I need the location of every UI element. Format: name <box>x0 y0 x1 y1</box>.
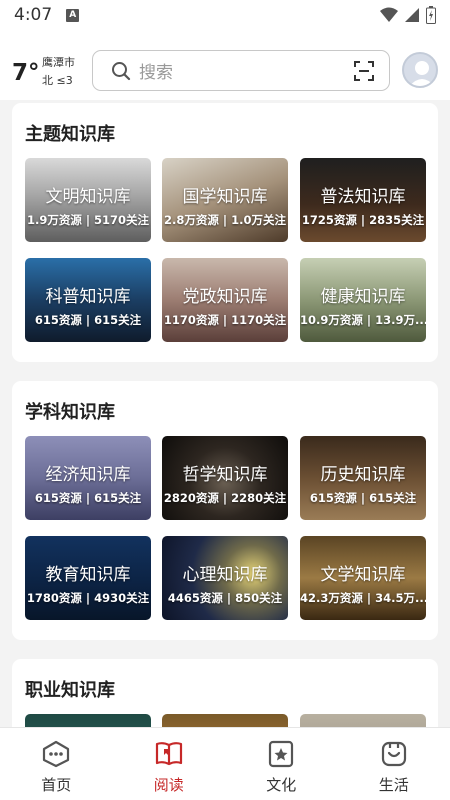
tile-history[interactable]: 历史知识库 615资源 | 615关注 <box>300 436 426 520</box>
tile-stats: 1780资源 | 4930关注 <box>26 591 150 605</box>
tile-stats: 42.3万资源 | 34.5万... <box>300 591 426 605</box>
tile-stats: 615资源 | 615关注 <box>34 491 142 505</box>
tile-stats: 615资源 | 615关注 <box>34 313 142 327</box>
tile-name: 历史知识库 <box>320 465 406 485</box>
tile-stats: 1.9万资源 | 5170关注 <box>26 213 150 227</box>
tile-health[interactable]: 健康知识库 10.9万资源 | 13.9万... <box>300 258 426 342</box>
tile-name: 心理知识库 <box>182 565 268 585</box>
app-header: 7° 鹰潭市 北 ≤3 搜索 <box>0 30 450 100</box>
culture-icon <box>269 740 294 768</box>
tile-name: 经济知识库 <box>45 465 131 485</box>
nav-home[interactable]: 首页 <box>0 728 113 800</box>
book-icon <box>155 742 182 766</box>
user-avatar[interactable] <box>402 52 438 88</box>
wifi-icon <box>380 7 398 22</box>
tile-science[interactable]: 科普知识库 615资源 | 615关注 <box>25 258 151 342</box>
nav-label: 阅读 <box>153 776 184 794</box>
nav-label: 文化 <box>266 776 297 794</box>
section-title: 学科知识库 <box>25 402 115 423</box>
tile-stats: 4465资源 | 850关注 <box>167 591 283 605</box>
notification-badge: A <box>66 8 80 22</box>
tile-name: 党政知识库 <box>182 287 268 307</box>
tile-name: 文学知识库 <box>320 565 406 585</box>
nav-label: 首页 <box>41 776 72 794</box>
tile-career-2[interactable] <box>162 714 288 727</box>
nav-reading[interactable]: 阅读 <box>113 728 226 800</box>
tile-name: 国学知识库 <box>182 187 268 207</box>
tile-law[interactable]: 普法知识库 1725资源 | 2835关注 <box>300 158 426 242</box>
scan-icon[interactable] <box>353 60 375 82</box>
search-icon <box>112 61 131 80</box>
tile-sinology[interactable]: 国学知识库 2.8万资源 | 1.0万关注 <box>162 158 288 242</box>
bottom-nav: 首页 阅读 文化 生活 <box>0 727 450 800</box>
tile-philosophy[interactable]: 哲学知识库 2820资源 | 2280关注 <box>162 436 288 520</box>
tile-career-1[interactable] <box>25 714 151 727</box>
weather-wind: 北 ≤3 <box>42 74 73 87</box>
section-subject-libraries: 学科知识库 经济知识库 615资源 | 615关注 哲学知识库 2820资源 |… <box>12 381 438 640</box>
status-bar: 4:07 A <box>0 0 450 30</box>
status-time: 4:07 <box>14 5 53 25</box>
tile-name: 教育知识库 <box>45 565 131 585</box>
section-title: 主题知识库 <box>25 124 115 145</box>
nav-life[interactable]: 生活 <box>338 728 450 800</box>
tile-economics[interactable]: 经济知识库 615资源 | 615关注 <box>25 436 151 520</box>
life-icon <box>381 741 406 767</box>
weather-temperature: 7° <box>12 60 40 86</box>
tile-name: 科普知识库 <box>45 287 131 307</box>
tile-stats: 2.8万资源 | 1.0万关注 <box>164 213 286 227</box>
home-icon <box>43 740 70 768</box>
content-scroll[interactable]: 主题知识库 文明知识库 1.9万资源 | 5170关注 国学知识库 2.8万资源… <box>0 100 450 727</box>
battery-icon <box>426 6 436 24</box>
signal-icon <box>405 8 419 22</box>
section-topic-libraries: 主题知识库 文明知识库 1.9万资源 | 5170关注 国学知识库 2.8万资源… <box>12 103 438 362</box>
weather-city: 鹰潭市 <box>42 56 75 69</box>
tile-name: 文明知识库 <box>45 187 131 207</box>
tile-party-politics[interactable]: 党政知识库 1170资源 | 1170关注 <box>162 258 288 342</box>
tile-stats: 2820资源 | 2280关注 <box>163 491 287 505</box>
section-title: 职业知识库 <box>25 680 115 701</box>
tile-name: 健康知识库 <box>320 287 406 307</box>
tile-education[interactable]: 教育知识库 1780资源 | 4930关注 <box>25 536 151 620</box>
tile-stats: 1725资源 | 2835关注 <box>301 213 425 227</box>
tile-stats: 10.9万资源 | 13.9万... <box>300 313 426 327</box>
tile-civilization[interactable]: 文明知识库 1.9万资源 | 5170关注 <box>25 158 151 242</box>
search-bar[interactable]: 搜索 <box>92 50 390 91</box>
nav-culture[interactable]: 文化 <box>225 728 338 800</box>
tile-name: 普法知识库 <box>320 187 406 207</box>
section-career-libraries: 职业知识库 <box>12 659 438 727</box>
tile-stats: 1170资源 | 1170关注 <box>163 313 287 327</box>
search-placeholder: 搜索 <box>139 63 173 83</box>
tile-stats: 615资源 | 615关注 <box>309 491 417 505</box>
tile-psychology[interactable]: 心理知识库 4465资源 | 850关注 <box>162 536 288 620</box>
nav-label: 生活 <box>378 776 409 794</box>
tile-name: 哲学知识库 <box>182 465 268 485</box>
tile-literature[interactable]: 文学知识库 42.3万资源 | 34.5万... <box>300 536 426 620</box>
tile-career-3[interactable] <box>300 714 426 727</box>
